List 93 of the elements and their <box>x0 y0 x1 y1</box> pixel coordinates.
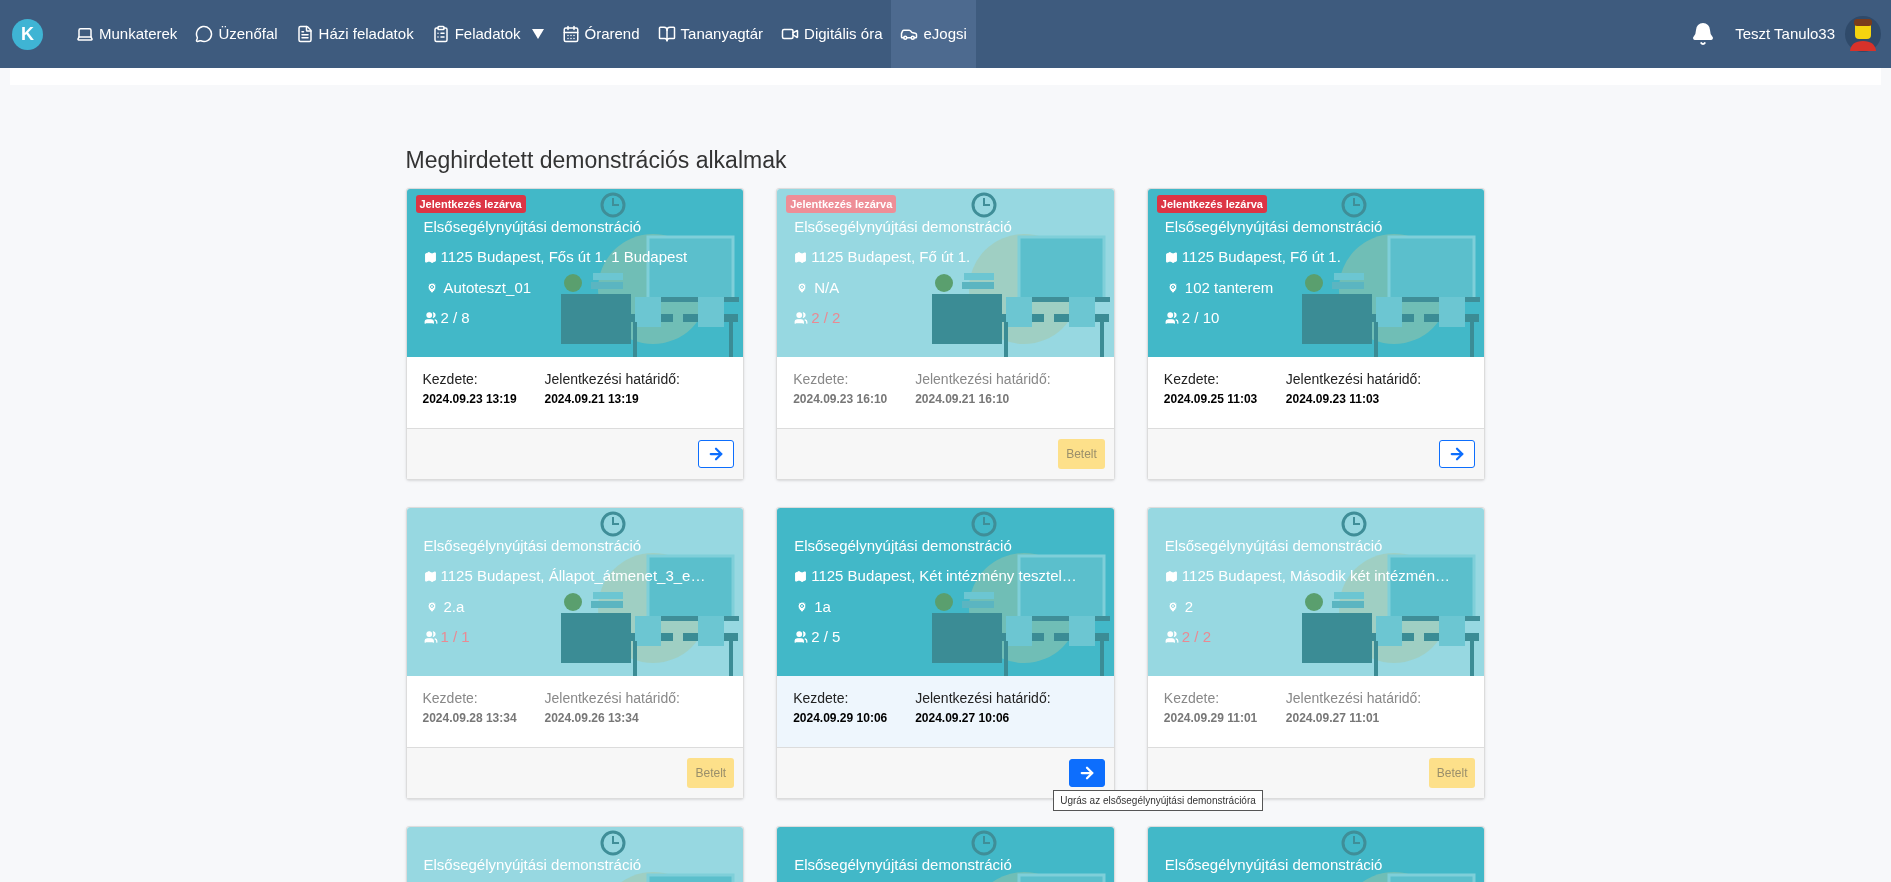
room: 102 tanterem <box>1184 277 1274 298</box>
start-date: 2024.09.28 13:34 <box>422 709 518 727</box>
status-label: Jelentkezés lezárva <box>786 194 897 213</box>
deadline-label: Jelentkezési határidő: <box>915 688 1052 708</box>
card-title: Elsősegélynyújtási demonstráció <box>1164 854 1384 875</box>
address: 1125 Budapest, Második két intézmén… <box>1181 566 1451 586</box>
nav-item[interactable]: Házi feladatok <box>286 0 423 68</box>
card-title: Elsősegélynyújtási demonstráció <box>794 216 1013 237</box>
deadline-date: 2024.09.26 13:34 <box>544 709 640 727</box>
location-pin-icon <box>425 281 438 294</box>
participant-count: 2 / 5 <box>811 627 841 647</box>
start-label: Kezdete: <box>1163 369 1221 389</box>
start-label: Kezdete: <box>793 688 850 708</box>
nav-item[interactable]: Órarend <box>552 0 649 68</box>
start-label: Kezdete: <box>422 688 479 708</box>
deadline-label: Jelentkezési határidő: <box>915 369 1052 389</box>
status-label: Jelentkezés lezárva <box>1156 194 1267 213</box>
book-icon <box>657 25 676 43</box>
room: 2 <box>1184 596 1194 617</box>
address: 1125 Budapest, Fős út 1. 1 Budapest <box>440 247 688 267</box>
nav-item[interactable]: Feladatok <box>422 0 553 68</box>
start-label: Kezdete: <box>793 369 850 389</box>
tooltip: Ugrás az elsősegélynyújtási demonstrációra <box>1053 789 1263 811</box>
participant-count: 2 / 2 <box>1181 627 1211 647</box>
calendar-icon <box>561 25 580 43</box>
document-icon <box>295 25 314 43</box>
start-date: 2024.09.29 11:01 <box>1163 709 1259 727</box>
go-button[interactable] <box>1439 439 1476 468</box>
card-title: Elsősegélynyújtási demonstráció <box>423 535 643 556</box>
nav-item[interactable]: Munkaterek <box>67 0 187 68</box>
location-pin-icon <box>1166 600 1179 613</box>
card-title: Elsősegélynyújtási demonstráció <box>794 535 1013 556</box>
address: 1125 Budapest, Fő út 1. <box>811 247 971 267</box>
start-date: 2024.09.29 10:06 <box>793 709 889 727</box>
go-button[interactable] <box>1068 758 1105 787</box>
people-icon <box>1164 311 1179 326</box>
user-name[interactable]: Teszt Tanulo33 <box>1735 22 1835 46</box>
map-icon <box>423 250 437 264</box>
nav-item[interactable]: eJogsi <box>891 0 976 68</box>
status-label: Jelentkezés lezárva <box>415 194 526 213</box>
chat-bubble-icon <box>195 25 214 43</box>
map-icon <box>794 569 808 583</box>
deadline-date: 2024.09.21 13:19 <box>544 390 640 408</box>
deadline-date: 2024.09.27 10:06 <box>915 709 1011 727</box>
card-title: Elsősegélynyújtási demonstráció <box>423 854 643 875</box>
location-pin-icon <box>796 600 809 613</box>
people-icon <box>794 311 809 326</box>
room: 2.a <box>443 596 465 617</box>
card-title: Elsősegélynyújtási demonstráció <box>794 854 1013 875</box>
nav-item[interactable]: Üzenőfal <box>186 0 287 68</box>
map-icon <box>1164 250 1178 264</box>
location-pin-icon <box>1166 281 1179 294</box>
participant-count: 2 / 2 <box>811 308 841 328</box>
people-icon <box>1164 630 1179 645</box>
participant-count: 2 / 10 <box>1181 308 1220 328</box>
start-date: 2024.09.25 11:03 <box>1163 390 1259 408</box>
people-icon <box>423 311 438 326</box>
deadline-date: 2024.09.21 16:10 <box>915 390 1011 408</box>
deadline-label: Jelentkezési határidő: <box>544 688 681 708</box>
page-heading: Meghirdetett demonstrációs alkalmak <box>405 146 788 175</box>
map-icon <box>794 250 808 264</box>
participant-count: 1 / 1 <box>440 627 470 647</box>
start-date: 2024.09.23 13:19 <box>422 390 518 408</box>
clipboard-icon <box>431 25 450 43</box>
nav-item[interactable]: Digitális óra <box>772 0 892 68</box>
start-label: Kezdete: <box>1163 688 1221 708</box>
deadline-label: Jelentkezési határidő: <box>1285 369 1423 389</box>
room: N/A <box>814 277 840 298</box>
address: 1125 Budapest, Fő út 1. <box>1181 247 1341 267</box>
start-label: Kezdete: <box>422 369 479 389</box>
people-icon <box>794 630 809 645</box>
location-pin-icon <box>425 600 438 613</box>
deadline-label: Jelentkezési határidő: <box>544 369 681 389</box>
deadline-date: 2024.09.27 11:01 <box>1285 709 1381 727</box>
deadline-label: Jelentkezési határidő: <box>1285 688 1423 708</box>
address: 1125 Budapest, Két intézmény tesztel… <box>811 566 1077 586</box>
participant-count: 2 / 8 <box>440 308 470 328</box>
nav-item[interactable]: Tananyagtár <box>648 0 773 68</box>
location-pin-icon <box>796 281 809 294</box>
laptop-icon <box>76 25 94 43</box>
room: 1a <box>814 596 831 617</box>
notification-bell-icon[interactable] <box>1691 22 1716 46</box>
map-icon <box>423 569 437 583</box>
card-title: Elsősegélynyújtási demonstráció <box>423 216 643 237</box>
room: Autoteszt_01 <box>443 277 532 298</box>
go-button[interactable] <box>698 439 735 468</box>
map-icon <box>1164 569 1178 583</box>
deadline-date: 2024.09.23 11:03 <box>1285 390 1381 408</box>
card-title: Elsősegélynyújtási demonstráció <box>1164 216 1384 237</box>
avatar-icon[interactable] <box>1845 15 1881 53</box>
card-title: Elsősegélynyújtási demonstráció <box>1164 535 1384 556</box>
start-date: 2024.09.23 16:10 <box>793 390 889 408</box>
people-icon <box>423 630 438 645</box>
